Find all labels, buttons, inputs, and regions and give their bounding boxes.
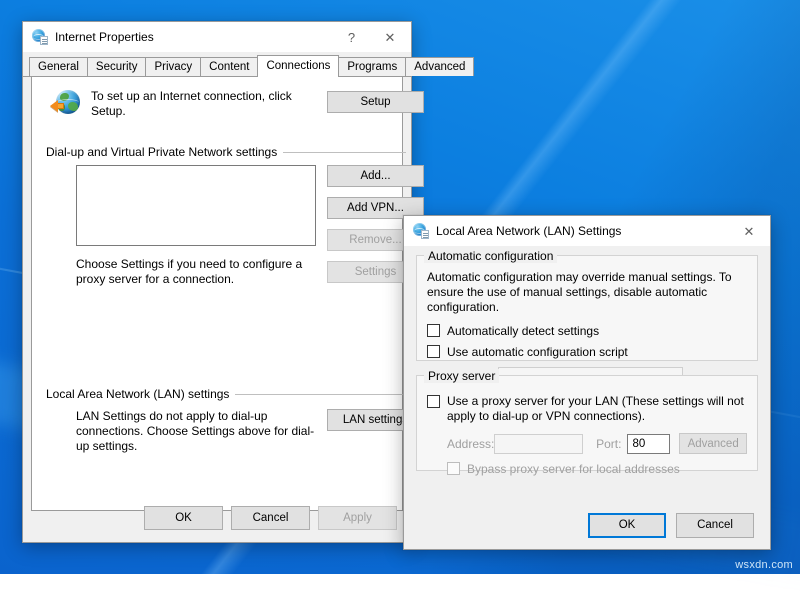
tab-general[interactable]: General <box>29 57 88 76</box>
lan-group-header: Local Area Network (LAN) settings <box>46 387 406 401</box>
dialup-group-header: Dial-up and Virtual Private Network sett… <box>46 145 406 159</box>
proxy-address-row: Address: Port: 80 Advanced <box>427 433 747 454</box>
window-title: Local Area Network (LAN) Settings <box>436 224 621 238</box>
use-auto-config-script-label: Use automatic configuration script <box>447 345 628 359</box>
choose-settings-text: Choose Settings if you need to configure… <box>76 257 321 287</box>
lan-description: LAN Settings do not apply to dial-up con… <box>76 409 326 454</box>
proxy-address-label: Address: <box>427 437 494 451</box>
auto-detect-settings-label: Automatically detect settings <box>447 324 599 338</box>
tab-advanced[interactable]: Advanced <box>405 57 474 76</box>
tabstrip: General Security Privacy Content Connect… <box>23 54 411 77</box>
add-button[interactable]: Add... <box>327 165 424 187</box>
proxy-server-group: Proxy server Use a proxy server for your… <box>416 375 758 471</box>
internet-properties-dialog: Internet Properties ? ✕ General Security… <box>22 21 412 543</box>
automatic-configuration-legend: Automatic configuration <box>424 249 557 263</box>
dialup-group-title: Dial-up and Virtual Private Network sett… <box>46 145 277 159</box>
tab-programs[interactable]: Programs <box>338 57 406 76</box>
titlebar-buttons: ✕ <box>728 216 770 246</box>
close-icon[interactable]: ✕ <box>728 216 770 246</box>
site-watermark: wsxdn.com <box>735 559 793 571</box>
lan-settings-footer: OK Cancel <box>404 501 770 549</box>
use-auto-config-script-checkbox[interactable] <box>427 345 440 358</box>
automatic-configuration-description: Automatic configuration may override man… <box>427 270 747 315</box>
proxy-address-input <box>494 434 583 454</box>
setup-button[interactable]: Setup <box>327 91 424 113</box>
cancel-button[interactable]: Cancel <box>231 506 310 530</box>
bypass-proxy-label: Bypass proxy server for local addresses <box>467 462 680 476</box>
proxy-port-label: Port: <box>596 437 621 451</box>
setup-row: To set up an Internet connection, click … <box>50 89 340 119</box>
ie-globe-page-icon <box>413 223 429 239</box>
internet-properties-titlebar: Internet Properties ? ✕ <box>23 22 411 52</box>
ok-button[interactable]: OK <box>588 513 666 538</box>
lan-settings-dialog: Local Area Network (LAN) Settings ✕ Auto… <box>403 215 771 550</box>
titlebar-buttons: ? ✕ <box>334 22 411 52</box>
advanced-button: Advanced <box>679 433 747 454</box>
tab-privacy[interactable]: Privacy <box>145 57 201 76</box>
setup-description: To set up an Internet connection, click … <box>91 89 306 119</box>
group-divider-line <box>235 394 406 395</box>
lan-settings-titlebar: Local Area Network (LAN) Settings ✕ <box>404 216 770 246</box>
tab-connections[interactable]: Connections <box>257 55 339 77</box>
lan-group-title: Local Area Network (LAN) settings <box>46 387 229 401</box>
auto-detect-settings-checkbox[interactable] <box>427 324 440 337</box>
bypass-proxy-row: Bypass proxy server for local addresses <box>427 462 747 476</box>
tab-security[interactable]: Security <box>87 57 147 76</box>
group-divider-line <box>283 152 406 153</box>
auto-detect-settings-row[interactable]: Automatically detect settings <box>427 324 747 338</box>
apply-button: Apply <box>318 506 397 530</box>
ok-button[interactable]: OK <box>144 506 223 530</box>
window-title: Internet Properties <box>55 30 154 44</box>
use-proxy-server-row[interactable]: Use a proxy server for your LAN (These s… <box>427 394 747 424</box>
ie-globe-page-icon <box>32 29 48 45</box>
tab-content[interactable]: Content <box>200 57 258 76</box>
use-auto-config-script-row[interactable]: Use automatic configuration script <box>427 345 747 359</box>
bypass-proxy-checkbox <box>447 462 460 475</box>
use-proxy-server-checkbox[interactable] <box>427 395 440 408</box>
lan-settings-body: Automatic configuration Automatic config… <box>404 255 770 471</box>
use-proxy-server-label: Use a proxy server for your LAN (These s… <box>447 394 747 424</box>
globe-arrow-icon <box>50 89 80 117</box>
help-icon[interactable]: ? <box>334 22 369 52</box>
internet-properties-footer: OK Cancel Apply <box>23 494 411 542</box>
cancel-button[interactable]: Cancel <box>676 513 754 538</box>
connections-tab-page: To set up an Internet connection, click … <box>31 77 403 511</box>
dialup-connections-listbox[interactable] <box>76 165 316 246</box>
proxy-server-legend: Proxy server <box>424 369 499 383</box>
proxy-port-input[interactable]: 80 <box>627 434 670 454</box>
close-icon[interactable]: ✕ <box>369 22 411 52</box>
automatic-configuration-group: Automatic configuration Automatic config… <box>416 255 758 361</box>
